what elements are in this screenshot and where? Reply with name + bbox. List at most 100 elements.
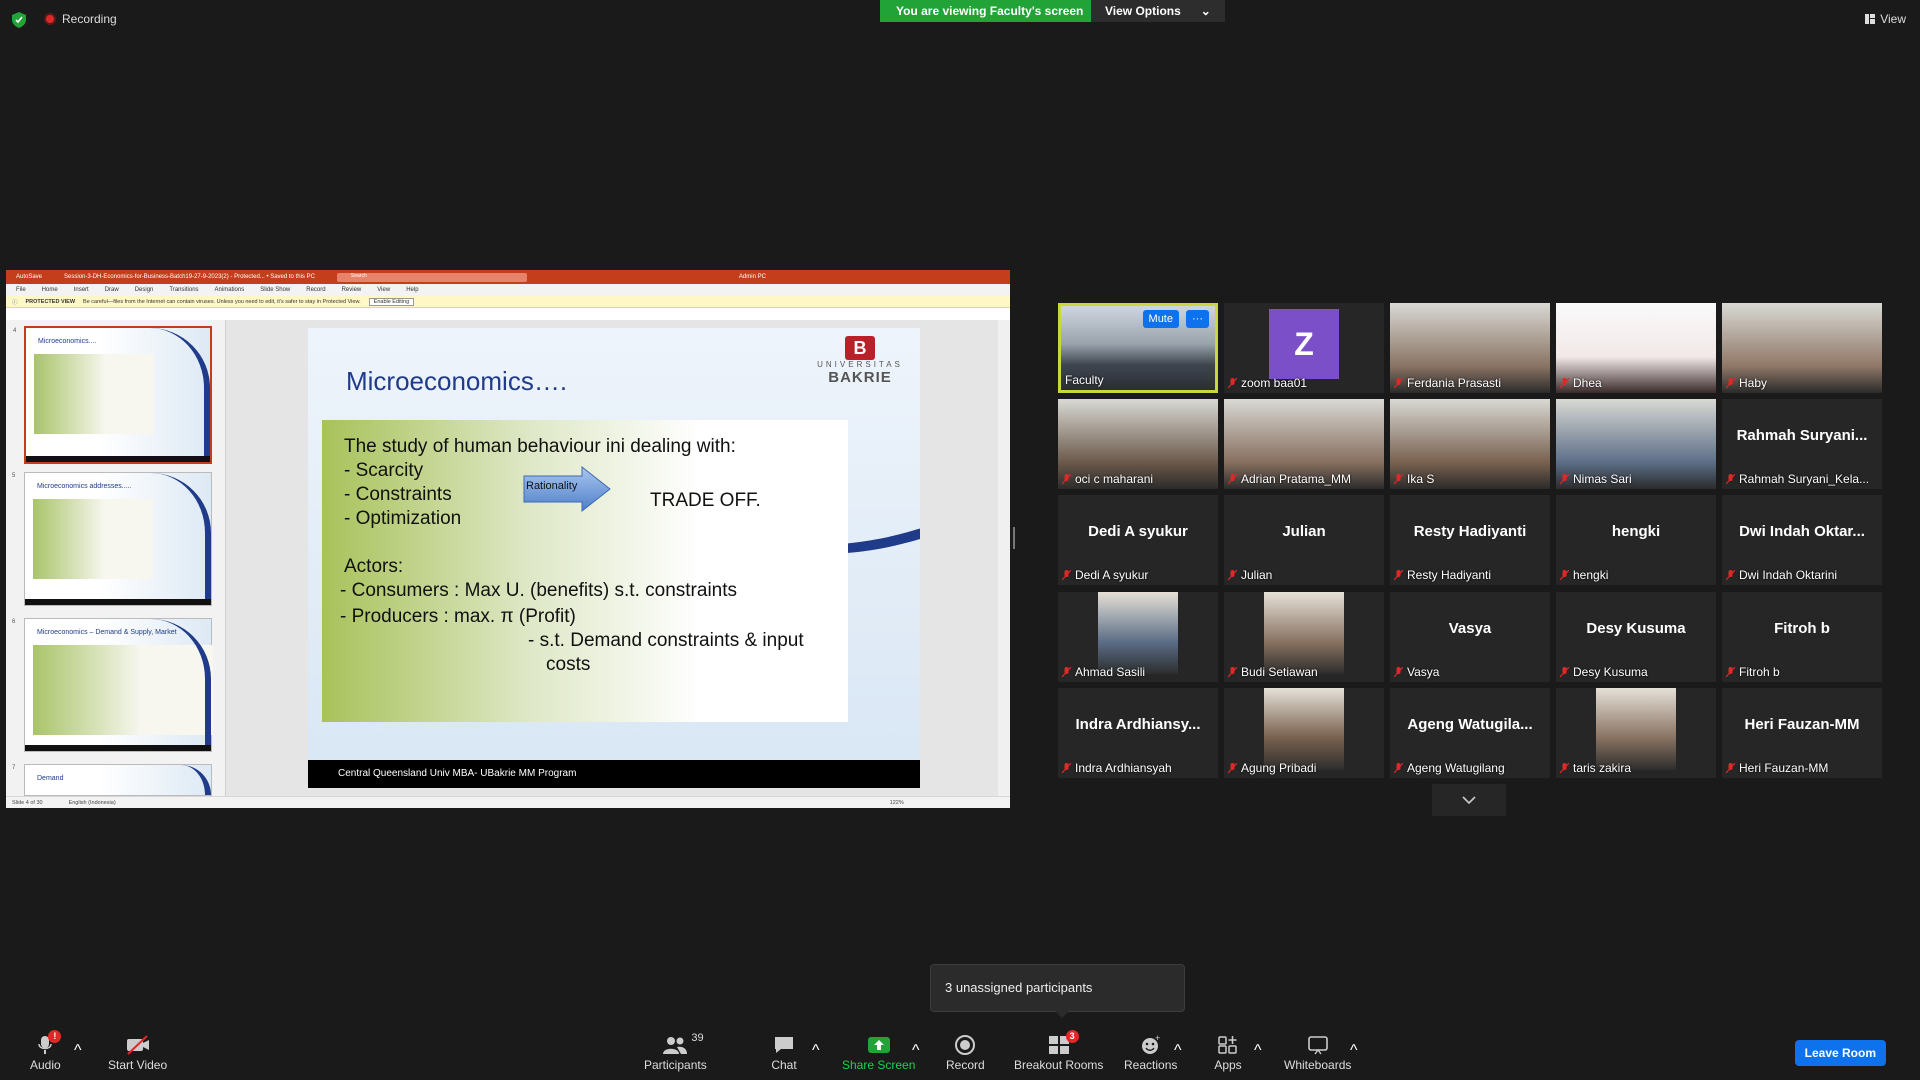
thumbnail-footer (25, 599, 211, 605)
slide-text-line: - Scarcity (344, 460, 424, 481)
ppt-menu-animations[interactable]: Animations (215, 287, 245, 293)
ppt-menu-review[interactable]: Review (342, 287, 362, 293)
protected-view-bar: ⓘ PROTECTED VIEW Be careful—files from t… (6, 296, 1010, 308)
view-button[interactable]: View (1865, 12, 1906, 26)
slide-text-line: - Optimization (344, 508, 462, 529)
participant-name: oci c maharani (1075, 472, 1154, 486)
slide-text-line: Actors: (344, 556, 404, 577)
whiteboards-options-caret[interactable]: ^ (1350, 1042, 1358, 1060)
participant-tile[interactable]: Zzoom baa01 (1224, 303, 1384, 393)
gallery-next-page-button[interactable] (1432, 784, 1506, 816)
slide-text-line: - Producers : max. π (Profit) (340, 606, 576, 627)
participant-tile[interactable]: Ferdania Prasasti (1390, 303, 1550, 393)
audio-options-caret[interactable]: ^ (74, 1042, 82, 1060)
participant-name: Ahmad Sasili (1075, 665, 1146, 679)
thumbnail-footer (25, 745, 211, 751)
ppt-menu-transitions[interactable]: Transitions (169, 287, 198, 293)
start-video-button[interactable]: Start Video (108, 1032, 167, 1072)
ppt-menu-home[interactable]: Home (42, 287, 58, 293)
participant-tile[interactable]: Dedi A syukur Dedi A syukur (1058, 495, 1218, 585)
participant-tile[interactable]: Agung Pribadi (1224, 688, 1384, 778)
breakout-rooms-button[interactable]: 3 Breakout Rooms (1014, 1030, 1103, 1072)
chat-button[interactable]: Chat (770, 1032, 798, 1072)
reactions-options-caret[interactable]: ^ (1174, 1042, 1182, 1060)
participant-tile[interactable]: Heri Fauzan-MM Heri Fauzan-MM (1722, 688, 1882, 778)
participant-tile[interactable]: Julian Julian (1224, 495, 1384, 585)
status-slide-number: Slide 4 of 30 (12, 799, 43, 806)
participant-tile[interactable]: taris zakira (1556, 688, 1716, 778)
participant-tile[interactable]: Rahmah Suryani... Rahmah Suryani_Kela... (1722, 399, 1882, 489)
view-options-button[interactable]: View Options ⌄ (1091, 0, 1225, 22)
mic-muted-icon (1228, 473, 1237, 484)
ppt-menu-design[interactable]: Design (135, 287, 154, 293)
slide-thumbnail[interactable]: 5 Microeconomics addresses..... (12, 472, 212, 606)
participant-tile[interactable]: Dwi Indah Oktar... Dwi Indah Oktarini (1722, 495, 1882, 585)
panel-resize-handle[interactable] (1013, 527, 1015, 549)
slide-content-box: The study of human behaviour ini dealing… (322, 420, 848, 722)
participant-tile[interactable]: Mute ··· Faculty (1058, 303, 1218, 393)
thumbnail-title: Demand (37, 775, 64, 782)
chat-options-caret[interactable]: ^ (812, 1042, 820, 1060)
participant-name: Nimas Sari (1573, 472, 1632, 486)
participant-name-label: Haby (1726, 376, 1767, 390)
participant-tile[interactable]: Budi Setiawan (1224, 592, 1384, 682)
ppt-menu-insert[interactable]: Insert (74, 287, 89, 293)
participant-tile[interactable]: Nimas Sari (1556, 399, 1716, 489)
top-bar: Recording You are viewing Faculty's scre… (0, 0, 1920, 40)
shield-icon (12, 12, 26, 28)
participant-tile[interactable]: oci c maharani (1058, 399, 1218, 489)
share-screen-button[interactable]: Share Screen (842, 1032, 915, 1072)
participant-name-label: Dhea (1560, 376, 1602, 390)
slide-thumbnail[interactable]: 4 Microeconomics.... (13, 326, 212, 464)
ppt-search[interactable]: Search (336, 272, 527, 282)
participant-tile[interactable]: Haby (1722, 303, 1882, 393)
recording-indicator[interactable]: Recording (44, 12, 117, 26)
participant-name: zoom baa01 (1241, 376, 1308, 390)
slide-thumbnail-pane[interactable]: 4 Microeconomics.... 5 Microeconomics ad… (6, 320, 226, 796)
participant-tile[interactable]: Fitroh b Fitroh b (1722, 592, 1882, 682)
more-options-button[interactable]: ··· (1186, 310, 1209, 328)
ppt-menu-slideshow[interactable]: Slide Show (260, 287, 290, 293)
participant-tile[interactable]: Desy Kusuma Desy Kusuma (1556, 592, 1716, 682)
participant-tile[interactable]: Adrian Pratama_MM (1224, 399, 1384, 489)
leave-room-button[interactable]: Leave Room (1794, 1040, 1886, 1066)
participant-tile[interactable]: Resty Hadiyanti Resty Hadiyanti (1390, 495, 1550, 585)
chat-icon (770, 1032, 798, 1058)
ppt-menu-help[interactable]: Help (406, 287, 418, 293)
share-options-caret[interactable]: ^ (912, 1042, 920, 1060)
ppt-menu-file[interactable]: File (16, 287, 26, 293)
recording-label: Recording (62, 12, 117, 26)
ppt-menu-draw[interactable]: Draw (105, 287, 119, 293)
apps-button[interactable]: Apps (1214, 1032, 1242, 1072)
mute-button[interactable]: Mute (1142, 310, 1179, 328)
slide-scrollbar[interactable] (998, 320, 1010, 796)
participant-tile[interactable]: Dhea (1556, 303, 1716, 393)
participant-tile[interactable]: Ahmad Sasili (1058, 592, 1218, 682)
record-button[interactable]: Record (946, 1032, 985, 1072)
participant-tile[interactable]: Ageng Watugila... Ageng Watugilang (1390, 688, 1550, 778)
whiteboards-button[interactable]: Whiteboards (1284, 1032, 1351, 1072)
participant-display-name: Desy Kusuma (1586, 620, 1686, 637)
apps-options-caret[interactable]: ^ (1254, 1042, 1262, 1060)
autosave-label[interactable]: AutoSave (16, 274, 42, 280)
mic-muted-icon (1394, 569, 1403, 580)
status-zoom[interactable]: 122% (890, 800, 904, 806)
participant-tile[interactable]: Vasya Vasya (1390, 592, 1550, 682)
audio-button[interactable]: ! Audio (30, 1030, 62, 1072)
participants-button[interactable]: 39 Participants (644, 1032, 707, 1072)
participant-tile[interactable]: hengki hengki (1556, 495, 1716, 585)
ppt-menu-view[interactable]: View (377, 287, 390, 293)
participant-name-label: Fitroh b (1726, 665, 1780, 679)
participant-display-name: Resty Hadiyanti (1413, 523, 1527, 540)
participant-tile[interactable]: Indra Ardhiansy... Indra Ardhiansyah (1058, 688, 1218, 778)
ppt-menu-record[interactable]: Record (306, 287, 325, 293)
thumbnail-title: Microeconomics addresses..... (37, 483, 132, 490)
participant-name-label: Rahmah Suryani_Kela... (1726, 472, 1869, 486)
enable-editing-button[interactable]: Enable Editing (368, 297, 415, 306)
recording-icon (44, 13, 56, 25)
reactions-button[interactable]: + Reactions (1124, 1032, 1177, 1072)
emoji-icon: + (1137, 1032, 1165, 1058)
slide-thumbnail[interactable]: 7 Demand (12, 764, 212, 796)
slide-thumbnail[interactable]: 6 Microeconomics – Demand & Supply, Mark… (12, 618, 213, 752)
participant-tile[interactable]: Ika S (1390, 399, 1550, 489)
